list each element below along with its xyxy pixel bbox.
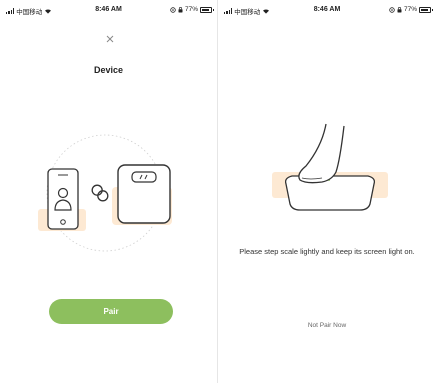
location-icon xyxy=(170,6,176,13)
alarm-icon xyxy=(178,6,183,12)
step-on-scale-screen: 中国移动 8:46 AM 77% Please step scale light… xyxy=(218,0,436,383)
status-bar: 中国移动 8:46 AM 77% xyxy=(0,0,217,20)
battery-percent: 77% xyxy=(403,6,417,13)
scale-icon xyxy=(117,164,171,224)
phone-user-icon xyxy=(47,168,79,230)
battery-icon xyxy=(200,6,214,13)
not-pair-now-link[interactable]: Not Pair Now xyxy=(218,322,436,329)
battery-icon xyxy=(419,6,433,13)
stage: 中国移动 8:46 AM 77% Device Pair 中国移动 8:46 A… xyxy=(0,0,436,383)
status-right: 77% xyxy=(389,6,433,13)
device-pair-screen: 中国移动 8:46 AM 77% Device Pair xyxy=(0,0,218,383)
close-icon[interactable] xyxy=(104,33,116,45)
status-bar: 中国移动 8:46 AM 77% xyxy=(218,0,436,20)
location-icon xyxy=(389,6,395,13)
page-title: Device xyxy=(93,65,124,75)
alarm-icon xyxy=(397,6,402,12)
foot-on-scale-icon xyxy=(272,123,388,211)
link-icon xyxy=(91,184,109,202)
pairing-illustration xyxy=(38,134,172,252)
battery-percent: 77% xyxy=(184,6,198,13)
instruction-text: Please step scale lightly and keep its s… xyxy=(239,247,415,256)
pair-button[interactable]: Pair xyxy=(49,299,173,324)
status-right: 77% xyxy=(170,6,214,13)
